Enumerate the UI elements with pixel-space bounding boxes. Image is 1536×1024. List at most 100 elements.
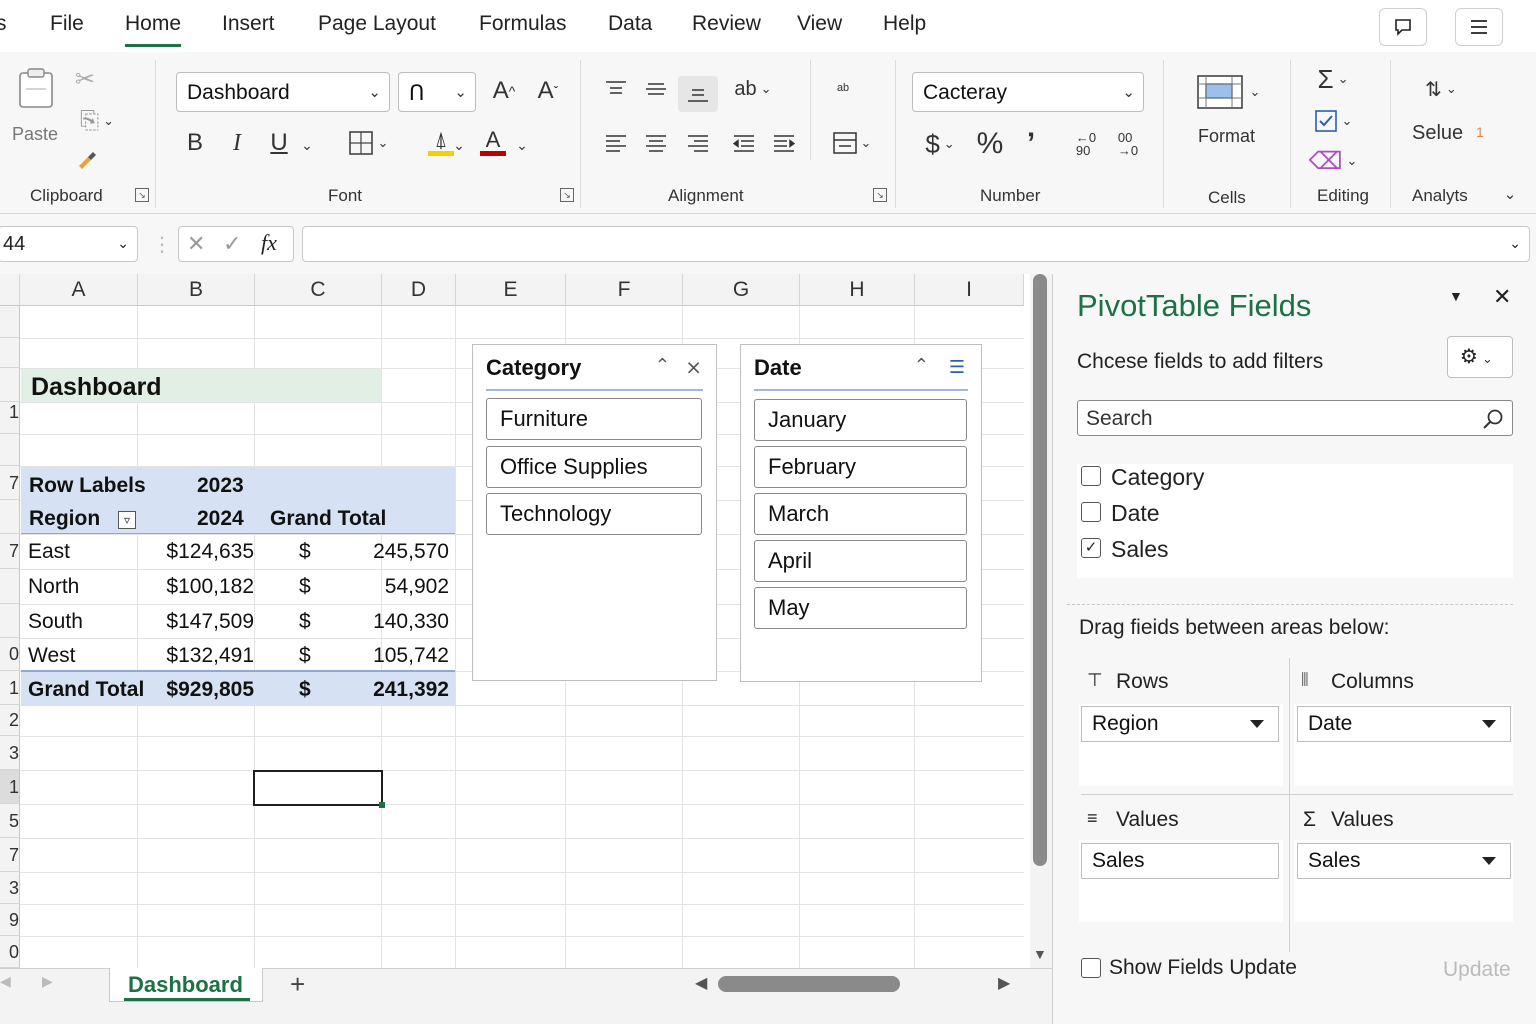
active-cell[interactable]	[253, 770, 383, 806]
menu-home[interactable]: Home	[125, 12, 182, 47]
menu-formulas[interactable]: Formulas	[479, 12, 567, 36]
col-header-g[interactable]: G	[683, 274, 800, 306]
enter-check-icon[interactable]: ✓	[223, 231, 241, 257]
field-search-input[interactable]: Search	[1077, 400, 1513, 436]
select-all-corner[interactable]	[0, 274, 20, 306]
slicer-item[interactable]: Furniture	[486, 398, 702, 440]
col-header-d[interactable]: D	[382, 274, 456, 306]
clear-eraser-icon[interactable]: ⌫ ⌄	[1308, 146, 1358, 176]
pivot-total-value[interactable]: 54,902	[385, 575, 449, 599]
paste-icon[interactable]	[14, 66, 58, 110]
copy-icon[interactable]: ⎘ ⌄	[72, 107, 122, 134]
increase-indent-icon[interactable]	[768, 128, 800, 158]
pane-options-icon[interactable]: ▼	[1449, 288, 1463, 304]
font-color-dropdown-icon[interactable]: ⌄	[512, 132, 532, 158]
pivot-2024-value[interactable]: $132,491	[166, 644, 254, 668]
scroll-right-icon[interactable]: ▶	[998, 973, 1010, 993]
date-slicer[interactable]: Date ⌃ ☰ January February March April Ma…	[740, 344, 982, 682]
values-left-field-pill[interactable]: Sales	[1081, 843, 1279, 879]
currency-button[interactable]: $ ⌄	[912, 126, 968, 162]
splitter-icon[interactable]: ⋮	[152, 232, 172, 257]
increase-font-icon[interactable]: A ^	[488, 74, 520, 108]
row-header[interactable]: 3	[0, 872, 20, 904]
align-right-icon[interactable]	[682, 128, 714, 158]
pivot-year-2024-header[interactable]: 2024	[197, 507, 244, 531]
pivot-row-label[interactable]: East	[28, 540, 70, 564]
vertical-scroll-thumb[interactable]	[1033, 274, 1047, 866]
comments-button[interactable]	[1379, 8, 1427, 46]
col-header-e[interactable]: E	[456, 274, 566, 306]
row-header[interactable]: 1	[0, 671, 20, 705]
menu-review[interactable]: Review	[692, 12, 761, 36]
pivot-row-labels-header[interactable]: Row Labels	[29, 474, 146, 498]
defer-update-checkbox[interactable]	[1081, 958, 1101, 978]
next-sheet-icon[interactable]: ▶	[42, 973, 53, 990]
font-launcher-icon[interactable]: ↘	[560, 188, 574, 202]
pivot-grand-total-value[interactable]: 241,392	[373, 678, 449, 702]
row-header[interactable]: 3	[0, 736, 20, 770]
row-header[interactable]	[0, 604, 20, 638]
row-header[interactable]: 5	[0, 804, 20, 838]
number-format-combo[interactable]: Cacteray ⌄	[912, 72, 1144, 112]
pivot-total-value[interactable]: 105,742	[373, 644, 449, 668]
slicer-item[interactable]: February	[754, 446, 967, 488]
pivot-2024-value[interactable]: $147,509	[166, 610, 254, 634]
row-header[interactable]	[0, 368, 20, 402]
scroll-down-icon[interactable]: ▼	[1033, 946, 1047, 962]
horizontal-scroll-thumb[interactable]	[718, 976, 900, 992]
align-center-icon[interactable]	[640, 128, 672, 158]
col-header-a[interactable]: A	[20, 274, 138, 306]
menu-view[interactable]: View	[797, 12, 842, 36]
pivot-grand-total-label[interactable]: Grand Total	[28, 678, 144, 702]
fill-dropdown-icon[interactable]: ⌄	[450, 132, 468, 158]
col-header-h[interactable]: H	[800, 274, 915, 306]
pivot-2024-value[interactable]: $100,182	[166, 575, 254, 599]
align-top-icon[interactable]	[600, 74, 632, 104]
slicer-item[interactable]: Technology	[486, 493, 702, 535]
row-header[interactable]: 1	[0, 402, 20, 434]
vertical-scrollbar[interactable]: ▼	[1030, 274, 1052, 968]
row-header[interactable]: 0	[0, 638, 20, 671]
align-left-icon[interactable]	[600, 128, 632, 158]
comma-button[interactable]: ’	[1016, 126, 1046, 162]
pivot-2024-value[interactable]: $124,635	[166, 540, 254, 564]
orientation-icon[interactable]: ab ⌄	[728, 74, 778, 104]
collapse-ribbon-icon[interactable]: ⌄	[1500, 184, 1520, 204]
name-box-dropdown-icon[interactable]: ⌄	[117, 235, 129, 252]
field-checkbox-sales[interactable]: ✓	[1081, 538, 1101, 558]
name-box[interactable]: 44 ⌄	[0, 226, 138, 262]
pivot-grand-total-2024[interactable]: $929,805	[166, 678, 254, 702]
row-header[interactable]	[0, 569, 20, 604]
font-color-button[interactable]: A	[478, 122, 508, 162]
row-header[interactable]	[0, 434, 20, 466]
row-header[interactable]	[0, 500, 20, 534]
slicer-item[interactable]: April	[754, 540, 967, 582]
col-header-c[interactable]: C	[255, 274, 382, 306]
slicer-item[interactable]: May	[754, 587, 967, 629]
col-header-b[interactable]: B	[138, 274, 255, 306]
decrease-indent-icon[interactable]	[728, 128, 760, 158]
slicer-list-icon[interactable]: ☰	[949, 357, 965, 378]
rows-field-pill[interactable]: Region	[1081, 706, 1279, 742]
slicer-item[interactable]: January	[754, 399, 967, 441]
row-header[interactable]: 9	[0, 904, 20, 936]
underline-dropdown-icon[interactable]: ⌄	[296, 132, 318, 158]
region-filter-dropdown-icon[interactable]: ▿	[118, 511, 136, 529]
columns-field-pill[interactable]: Date	[1297, 706, 1511, 742]
slicer-item[interactable]: Office Supplies	[486, 446, 702, 488]
pivot-region-header[interactable]: Region	[29, 507, 100, 531]
decrease-font-icon[interactable]: Aˇ	[532, 74, 564, 108]
fill-check-icon[interactable]: ⌄	[1308, 106, 1358, 136]
clear-filter-icon[interactable]: ⨯	[685, 355, 702, 380]
ribbon-options-button[interactable]	[1455, 8, 1503, 46]
pivot-year-2023-header[interactable]: 2023	[197, 474, 244, 498]
bold-button[interactable]: B	[180, 126, 210, 160]
menu-page-layout[interactable]: Page Layout	[318, 12, 436, 36]
row-header[interactable]: 0	[0, 936, 20, 968]
menu-partial[interactable]: s	[0, 12, 7, 36]
format-cells-button[interactable]: ⌄	[1190, 72, 1266, 112]
alignment-launcher-icon[interactable]: ↘	[873, 188, 887, 202]
menu-insert[interactable]: Insert	[222, 12, 275, 36]
row-header[interactable]: 7	[0, 534, 20, 569]
slicer-item[interactable]: March	[754, 493, 967, 535]
